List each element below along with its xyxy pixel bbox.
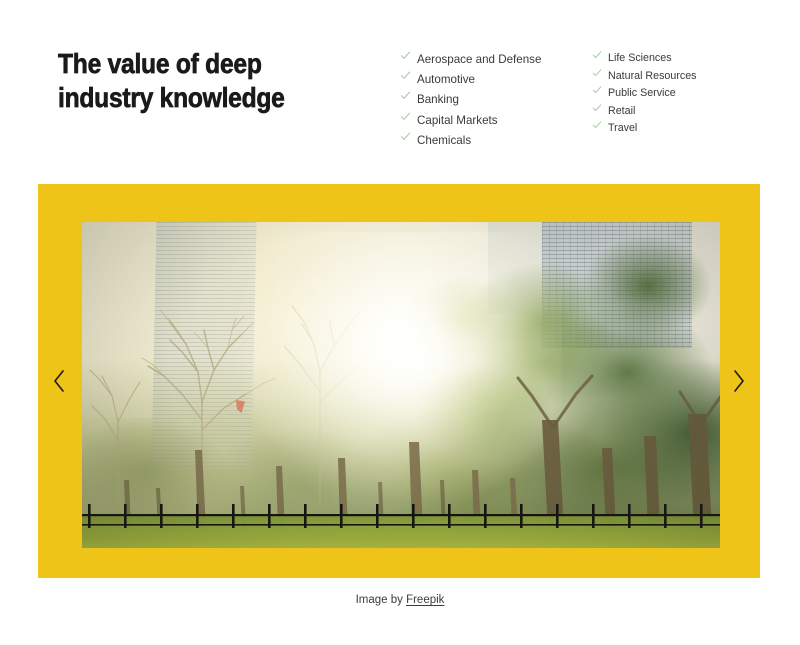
page-title: The value of deep industry knowledge (58, 48, 286, 114)
list-item[interactable]: Travel (592, 120, 772, 138)
check-icon (592, 50, 602, 60)
photo-vignette (82, 222, 720, 548)
page-root: The value of deep industry knowledge Aer… (0, 0, 800, 645)
list-item-label: Chemicals (417, 133, 472, 147)
slider-next-button[interactable] (726, 364, 752, 398)
check-icon (592, 120, 602, 130)
list-item-label: Natural Resources (608, 69, 697, 82)
list-item[interactable]: Retail (592, 103, 772, 121)
list-item[interactable]: Life Sciences (592, 50, 772, 68)
list-item-label: Public Service (608, 87, 676, 100)
check-icon (592, 103, 602, 113)
slider-prev-button[interactable] (46, 364, 72, 398)
chevron-left-icon (52, 369, 66, 393)
list-item-label: Retail (608, 104, 636, 117)
list-item-label: Aerospace and Defense (417, 53, 542, 66)
image-credit: Image by Freepik (0, 594, 800, 606)
industry-list-column-two: Life Sciences Natural Resources Public S… (592, 50, 772, 151)
check-icon (400, 131, 411, 142)
industry-list-column-one: Aerospace and Defense Automotive Banking… (400, 50, 592, 151)
check-icon (400, 70, 411, 81)
list-item[interactable]: Capital Markets (400, 111, 592, 131)
list-item-label: Automotive (417, 73, 475, 87)
list-item[interactable]: Natural Resources (592, 68, 772, 86)
image-credit-prefix: Image by (355, 594, 407, 606)
industry-lists: Aerospace and Defense Automotive Banking… (400, 50, 800, 151)
check-icon (592, 68, 602, 78)
check-icon (400, 111, 411, 122)
intro-section: The value of deep industry knowledge Aer… (0, 0, 800, 184)
list-item[interactable]: Public Service (592, 85, 772, 103)
check-icon (400, 90, 411, 101)
check-icon (592, 85, 602, 95)
freepik-link[interactable]: Freepik (406, 594, 444, 606)
slider-photo (82, 222, 720, 548)
list-item[interactable]: Aerospace and Defense (400, 50, 592, 70)
image-slider (38, 184, 760, 578)
list-item[interactable]: Chemicals (400, 131, 592, 151)
list-item[interactable]: Banking (400, 90, 592, 110)
check-icon (400, 50, 411, 61)
chevron-right-icon (732, 369, 746, 393)
list-item-label: Capital Markets (417, 113, 498, 127)
list-item-label: Banking (417, 93, 459, 107)
list-item-label: Life Sciences (608, 52, 672, 64)
list-item[interactable]: Automotive (400, 70, 592, 90)
list-item-label: Travel (608, 122, 638, 135)
